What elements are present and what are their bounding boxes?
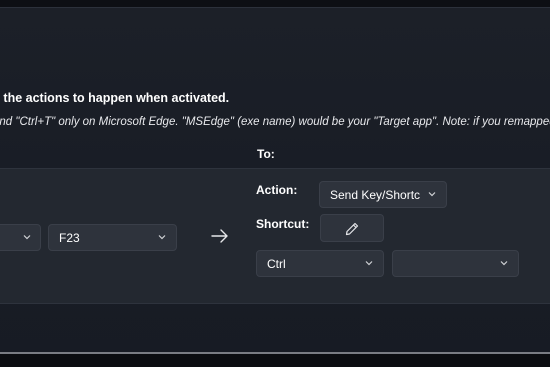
remap-heading-text: e the actions to happen when activated. [0, 91, 230, 105]
from-key-2-value: F23 [59, 231, 80, 245]
chevron-down-icon [428, 192, 436, 197]
action-dropdown[interactable]: Send Key/Shortcut [319, 181, 447, 208]
chevron-down-icon [23, 235, 31, 240]
action-label: Action: [256, 183, 298, 197]
remap-heading: e the actions to happen when activated. [0, 91, 550, 105]
from-key-dropdown-1[interactable] [0, 224, 41, 251]
remap-description-text: end "Ctrl+T" only on Microsoft Edge. "MS… [0, 116, 550, 128]
to-key-1-value: Ctrl [267, 257, 286, 271]
chevron-down-icon [500, 261, 508, 266]
from-key-dropdown-2[interactable]: F23 [48, 224, 177, 251]
window-top-edge [0, 0, 550, 7]
chevron-down-icon [158, 235, 166, 240]
chevron-down-icon [365, 261, 373, 266]
to-key-dropdown-2[interactable] [392, 250, 519, 277]
to-label: To: [257, 147, 275, 161]
action-value: Send Key/Shortcut [330, 188, 420, 202]
arrow-right-icon [211, 229, 228, 243]
to-key-dropdown-1[interactable]: Ctrl [256, 250, 384, 277]
remap-description: end "Ctrl+T" only on Microsoft Edge. "MS… [0, 116, 550, 128]
edit-shortcut-button[interactable] [320, 214, 384, 242]
shortcut-label: Shortcut: [256, 217, 310, 231]
pencil-icon [345, 222, 359, 236]
top-divider [0, 7, 550, 8]
window-bottom-edge [0, 354, 550, 367]
